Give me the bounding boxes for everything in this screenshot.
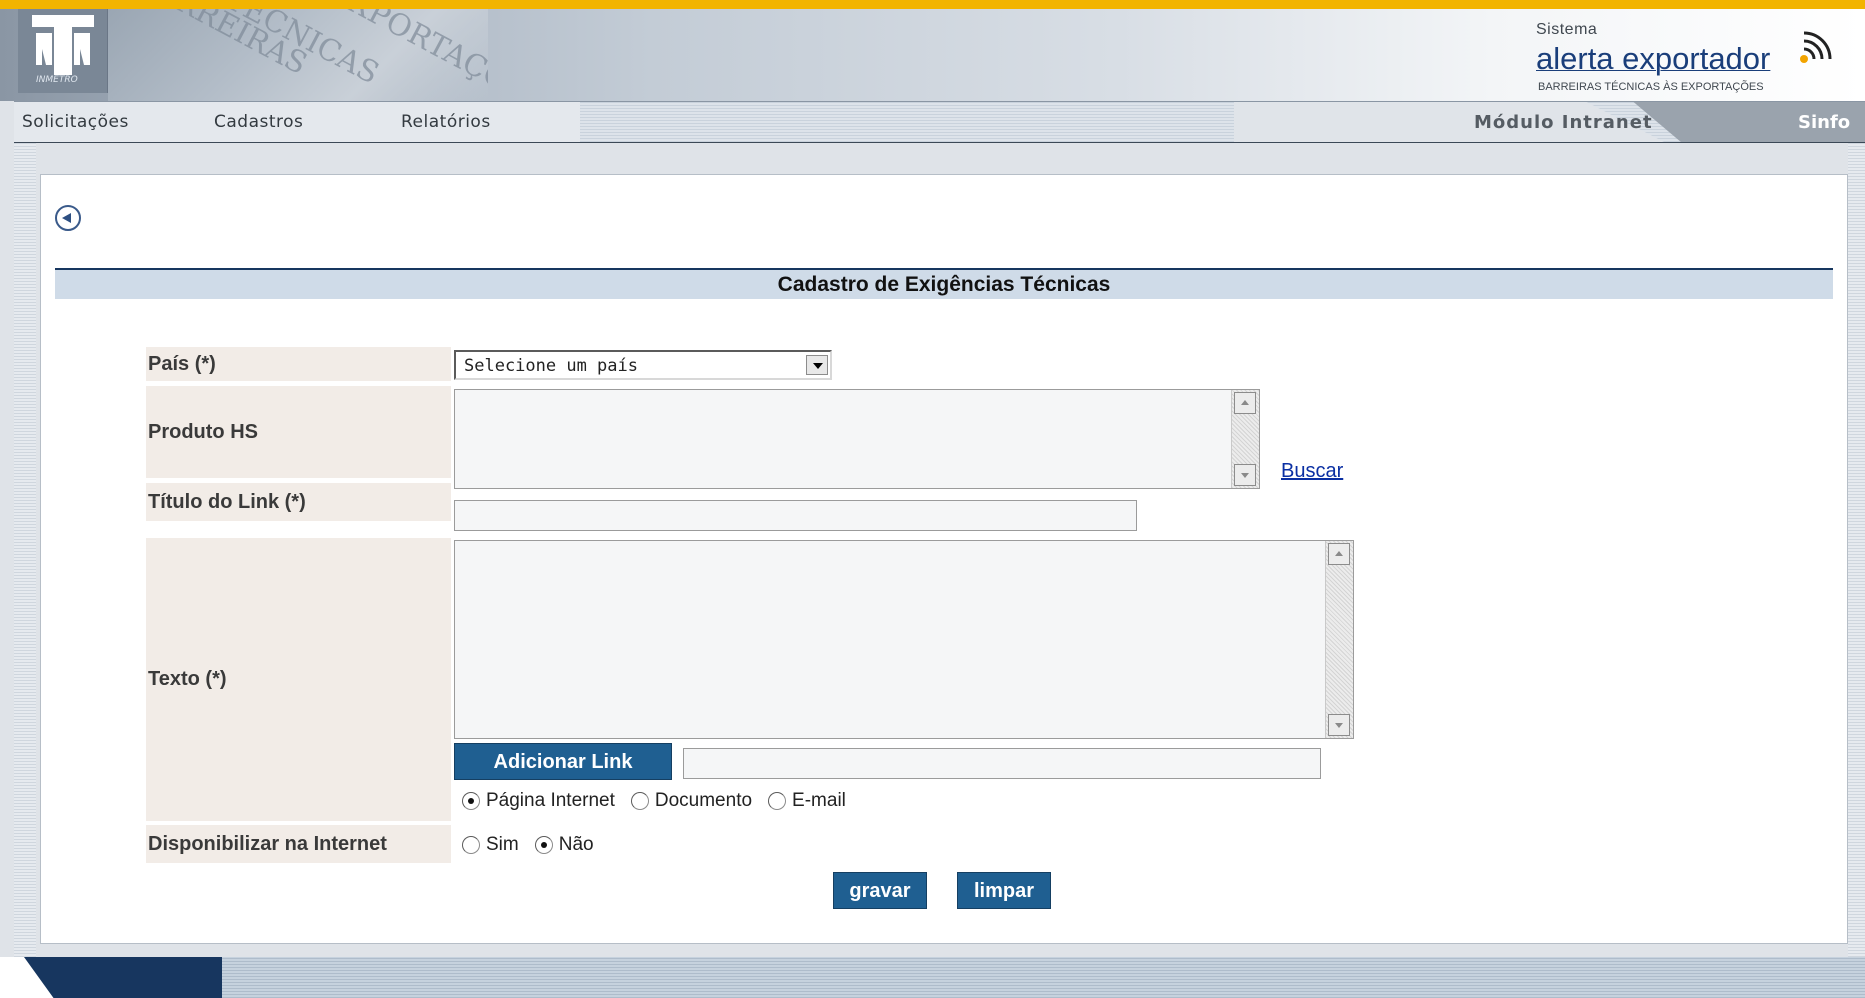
nav-bar: Solicitações Cadastros Relatórios Módulo… — [14, 101, 1865, 143]
radio-email[interactable] — [768, 792, 787, 810]
nav-item-relatorios[interactable]: Relatórios — [401, 112, 491, 132]
form-panel: Cadastro de Exigências Técnicas País (*)… — [40, 174, 1848, 944]
left-stripe — [14, 143, 36, 957]
texto-label: Texto (*) — [146, 538, 451, 821]
pais-select-value: Selecione um país — [464, 356, 638, 376]
inmetro-logo: INMETRO — [18, 9, 108, 93]
radio-nao-label: Não — [558, 834, 594, 855]
save-button[interactable]: gravar — [833, 872, 927, 909]
radio-nao[interactable] — [534, 836, 553, 854]
radio-sim-label: Sim — [486, 834, 519, 855]
header-banner: INMETRO BARREIRAS TÉCNICAS EXPORTAÇÕES S… — [0, 9, 1865, 101]
brand-top-text: Sistema — [1536, 21, 1598, 38]
nav-menu: Solicitações Cadastros Relatórios — [14, 102, 580, 142]
radio-pagina-internet[interactable] — [462, 792, 480, 810]
nav-item-solicitacoes[interactable]: Solicitações — [22, 112, 129, 132]
brand-main-text: alerta exportador — [1536, 41, 1771, 76]
brand-subtitle: BARREIRAS TÉCNICAS ÀS EXPORTAÇÕES — [1538, 81, 1764, 93]
scroll-up-icon[interactable] — [1234, 392, 1256, 414]
produto-textarea[interactable] — [454, 389, 1260, 489]
internet-radio-group: Sim Não — [462, 834, 610, 856]
page-title: Cadastro de Exigências Técnicas — [777, 273, 1111, 296]
pais-label: País (*) — [146, 347, 451, 381]
internet-label: Disponibilizar na Internet — [146, 825, 451, 863]
radio-pagina-internet-label: Página Internet — [486, 790, 615, 811]
texto-textarea[interactable] — [454, 540, 1354, 739]
clear-button[interactable]: limpar — [957, 872, 1051, 909]
title-bar: Cadastro de Exigências Técnicas — [55, 268, 1833, 299]
produto-scrollbar[interactable] — [1231, 390, 1259, 488]
brand-logo: Sistema alerta exportador BARREIRAS TÉCN… — [1536, 15, 1836, 95]
nav-item-cadastros[interactable]: Cadastros — [214, 112, 303, 132]
produto-label: Produto HS — [146, 386, 451, 478]
chevron-down-icon[interactable] — [806, 355, 828, 375]
link-url-input[interactable] — [683, 748, 1321, 779]
scroll-down-icon[interactable] — [1234, 464, 1256, 486]
sinfo-label: Sinfo — [1798, 112, 1851, 133]
radio-documento-label: Documento — [654, 790, 753, 811]
titulo-label: Título do Link (*) — [146, 483, 451, 521]
link-type-radio-group: Página Internet Documento E-mail — [462, 790, 862, 812]
scroll-up-icon[interactable] — [1328, 543, 1350, 565]
back-arrow-icon[interactable] — [55, 205, 81, 231]
logo-text: INMETRO — [36, 75, 78, 85]
pais-select[interactable]: Selecione um país — [454, 350, 832, 380]
footer-bar — [0, 957, 1865, 998]
radio-documento[interactable] — [630, 792, 649, 810]
inmetro-logo-icon — [32, 15, 94, 75]
buscar-link[interactable]: Buscar — [1281, 460, 1343, 483]
app-window: INMETRO BARREIRAS TÉCNICAS EXPORTAÇÕES S… — [0, 0, 1865, 998]
header-decoration: BARREIRAS TÉCNICAS EXPORTAÇÕES — [108, 9, 488, 101]
module-label: Módulo Intranet — [1474, 112, 1653, 133]
right-stripe — [1848, 143, 1865, 957]
texto-scrollbar[interactable] — [1325, 541, 1353, 738]
titulo-input[interactable] — [454, 500, 1137, 531]
radio-sim[interactable] — [462, 836, 480, 854]
scroll-down-icon[interactable] — [1328, 714, 1350, 736]
radio-email-label: E-mail — [792, 790, 846, 811]
add-link-button[interactable]: Adicionar Link — [454, 743, 672, 780]
signal-icon — [1800, 31, 1832, 63]
